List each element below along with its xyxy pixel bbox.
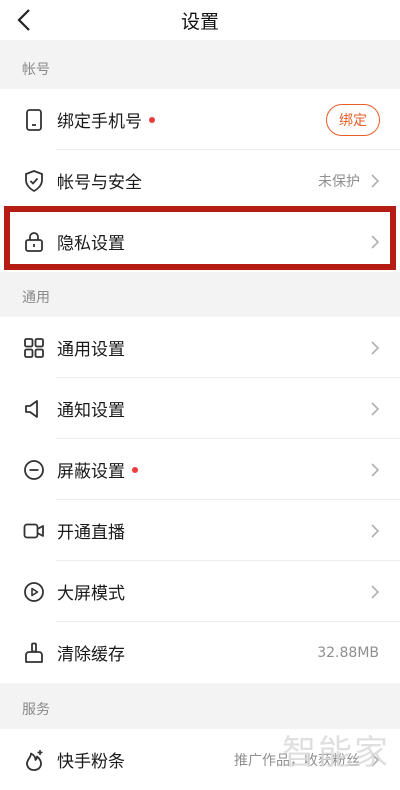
flame-plus-icon (26, 749, 43, 771)
section-label-general: 通用 (22, 290, 50, 306)
block-icon (24, 459, 44, 480)
chevron-right-icon (371, 462, 380, 477)
settings-row-live[interactable]: 开通直播 (0, 500, 400, 561)
row-label: 开通直播 (57, 523, 125, 543)
settings-row-general[interactable]: 通用设置 (0, 317, 400, 378)
chevron-right-icon (371, 584, 380, 599)
broom-icon (25, 642, 43, 663)
settings-row-privacy[interactable]: 隐私设置 (0, 211, 400, 272)
row-label: 屏蔽设置 (57, 457, 138, 482)
row-label: 隐私设置 (57, 234, 125, 254)
settings-row-notifications[interactable]: 通知设置 (0, 378, 400, 439)
account-card: 绑定手机号 绑定 帐号与安全 未保护 (0, 89, 400, 211)
general-card: 通用设置 通知设置 屏蔽设置 开通直播 大屏模式 清除缓存 32.88MB (0, 317, 400, 683)
watermark-logo: 智能家 (282, 733, 390, 773)
chevron-right-icon (371, 234, 380, 249)
privacy-card: 隐私设置 (0, 211, 400, 272)
nav-bar: 设置 (0, 0, 400, 40)
chevron-right-icon (371, 523, 380, 538)
settings-row-clear-cache[interactable]: 清除缓存 32.88MB (0, 622, 400, 683)
row-label: 绑定手机号 (57, 107, 155, 132)
chevron-right-icon (371, 340, 380, 355)
lock-icon (25, 231, 43, 252)
shield-check-icon (25, 169, 43, 192)
phone-icon (26, 108, 42, 131)
row-label: 快手粉条 (57, 752, 125, 772)
cache-size: 32.88MB (317, 644, 379, 661)
row-label: 帐号与安全 (57, 173, 142, 193)
new-dot-badge (149, 117, 155, 123)
section-label-service: 服务 (22, 702, 50, 718)
chevron-right-icon (371, 401, 380, 416)
row-label: 大屏模式 (57, 584, 125, 604)
section-label-account: 帐号 (22, 62, 50, 78)
chevron-right-icon (371, 173, 380, 188)
settings-row-block[interactable]: 屏蔽设置 (0, 439, 400, 500)
row-label: 通知设置 (57, 401, 125, 421)
settings-row-bind-phone[interactable]: 绑定手机号 绑定 (0, 89, 400, 150)
speaker-icon (25, 399, 38, 418)
settings-row-account-security[interactable]: 帐号与安全 未保护 (0, 150, 400, 211)
row-label: 清除缓存 (57, 645, 125, 665)
row-label: 通用设置 (57, 340, 125, 360)
bind-button[interactable]: 绑定 (326, 103, 380, 136)
play-circle-icon (24, 581, 44, 602)
security-status: 未保护 (318, 173, 360, 190)
grid-icon (24, 337, 44, 358)
page-title: 设置 (180, 10, 219, 33)
video-camera-icon (23, 523, 44, 538)
back-icon[interactable] (14, 7, 36, 33)
new-dot-badge (132, 467, 138, 473)
settings-row-big-screen[interactable]: 大屏模式 (0, 561, 400, 622)
